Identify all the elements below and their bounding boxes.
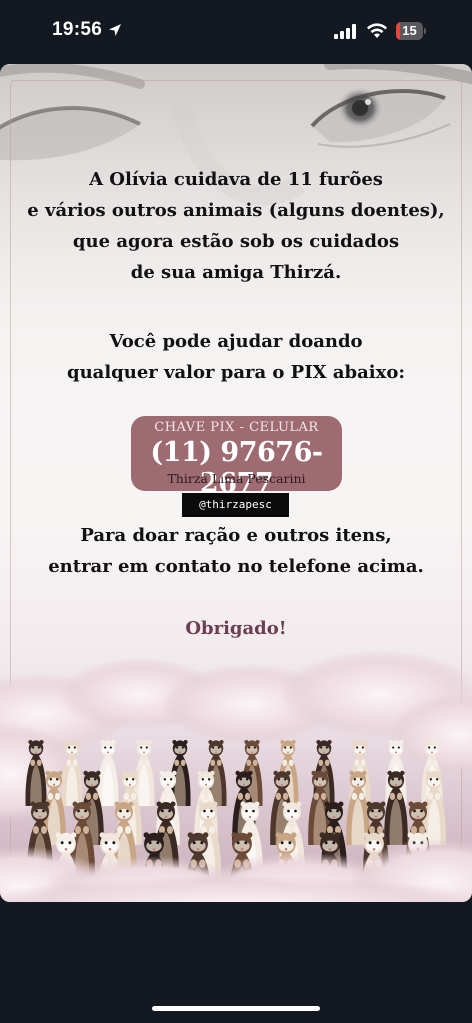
battery-icon: 15 (396, 22, 428, 40)
donate-line: Para doar ração e outros itens, (80, 525, 392, 546)
status-time: 19:56 (52, 19, 103, 40)
status-bar: 19:56 15 (0, 0, 472, 62)
mention-sticker[interactable]: @thirzapesc (182, 493, 289, 517)
story-card[interactable]: A Olívia cuidava de 11 furões e vários o… (0, 64, 472, 902)
pix-phone-number: (11) 97676-2677 (150, 437, 323, 499)
battery-level: 15 (402, 23, 417, 38)
phone-screen: 19:56 15 A Olívia cuidava de 11 furões e… (0, 0, 472, 1023)
wifi-icon (367, 23, 387, 38)
intro-text: A Olívia cuidava de 11 furões e vários o… (0, 164, 472, 288)
battery-body: 15 (396, 22, 423, 40)
donate-text: Para doar ração e outros itens, entrar e… (0, 520, 472, 582)
help-text: Você pode ajudar doando qualquer valor p… (0, 326, 472, 388)
donate-line: entrar em contato no telefone acima. (48, 556, 424, 577)
pix-recipient-name: Thirzá Lima Pescarini (167, 471, 306, 486)
intro-line: e vários outros animais (alguns doentes)… (27, 200, 445, 221)
cellular-signal-icon (334, 24, 356, 39)
intro-line: de sua amiga Thirzá. (130, 262, 342, 283)
pix-key-box: CHAVE PIX - CELULAR (11) 97676-2677 Thir… (131, 416, 342, 499)
pix-key-label: CHAVE PIX - CELULAR (154, 420, 319, 435)
home-indicator[interactable] (152, 1006, 320, 1011)
intro-line: A Olívia cuidava de 11 furões (89, 169, 383, 190)
help-line: Você pode ajudar doando (109, 331, 363, 352)
battery-tip (424, 28, 426, 34)
ferrets-on-clouds-artwork (0, 650, 472, 902)
location-arrow-icon (109, 24, 121, 36)
help-line: qualquer valor para o PIX abaixo: (66, 362, 406, 383)
intro-line: que agora estão sob os cuidados (72, 231, 400, 252)
